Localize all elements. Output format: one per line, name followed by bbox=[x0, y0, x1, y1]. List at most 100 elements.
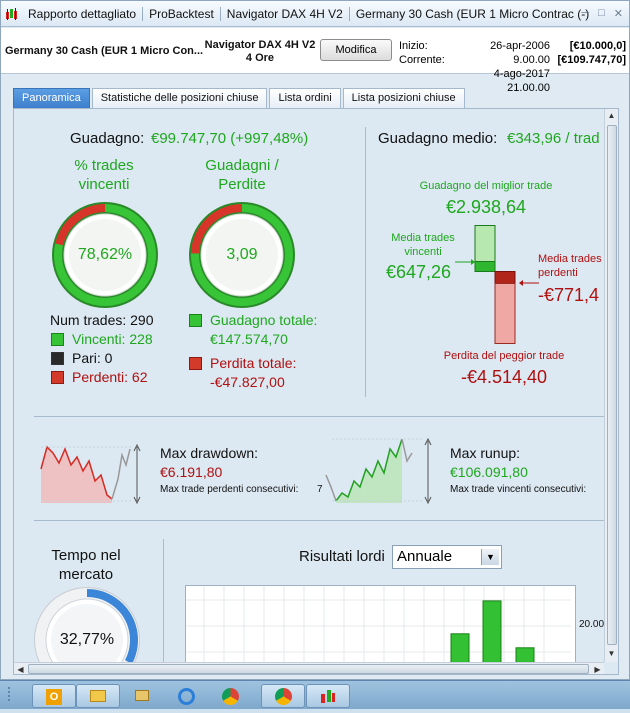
num-trades: Num trades: 290 bbox=[50, 312, 154, 328]
outlook-icon[interactable]: O bbox=[32, 684, 76, 708]
market-time-title: Tempo nel mercato bbox=[38, 546, 134, 584]
chrome-icon[interactable] bbox=[208, 684, 252, 708]
title-instrument: Germany 30 Cash (EUR 1 Micro Contrac (-) bbox=[355, 6, 590, 21]
strategy-title: Navigator DAX 4H V2 bbox=[204, 39, 316, 51]
horizontal-scroll-thumb[interactable] bbox=[28, 664, 589, 674]
scroll-up-icon[interactable]: ▲ bbox=[605, 109, 618, 122]
results-bar-1 bbox=[450, 633, 470, 662]
report-header: Germany 30 Cash (EUR 1 Micro Con... Navi… bbox=[1, 28, 629, 94]
avg-win-label-line1: Media trades bbox=[391, 232, 455, 244]
taskbar: O bbox=[0, 680, 630, 709]
losers-count: Perdenti: 62 bbox=[72, 369, 148, 385]
ie-icon[interactable] bbox=[164, 684, 208, 708]
maximize-icon[interactable]: □ bbox=[598, 7, 605, 20]
results-bar-2 bbox=[482, 600, 502, 662]
tab-statistiche[interactable]: Statistiche delle posizioni chiuse bbox=[91, 88, 268, 108]
instrument-name: Germany 30 Cash (EUR 1 Micro Con... bbox=[5, 45, 204, 57]
capital-values: [€10.000,0] [€109.747,70] bbox=[554, 39, 627, 67]
horizontal-scrollbar[interactable]: ◀ ▶ bbox=[14, 662, 604, 674]
runup-value: €106.091,80 bbox=[450, 464, 528, 480]
overview-content: Guadagno: €99.747,70 (+997,48%) % trades… bbox=[14, 109, 604, 662]
minimize-icon[interactable]: ─ bbox=[581, 7, 589, 20]
avg-win-label-line2: vincenti bbox=[404, 246, 442, 258]
losers-swatch bbox=[51, 371, 64, 384]
date-labels: Inizio: Corrente: bbox=[399, 39, 445, 67]
runup-consec-label: Max trade vincenti consecutivi: bbox=[450, 484, 587, 495]
tab-bar: Panoramica Statistiche delle posizioni c… bbox=[13, 88, 467, 108]
folder-icon[interactable] bbox=[76, 684, 120, 708]
win-pct-title-line1: % trades bbox=[74, 157, 134, 174]
ratio-title: Guadagni / Perdite bbox=[192, 156, 292, 194]
results-label: Risultati lordi bbox=[299, 548, 385, 565]
best-trade-label: Guadagno del miglior trade bbox=[419, 180, 553, 192]
market-time-title-line2: mercato bbox=[58, 566, 114, 583]
total-gain-label: Guadagno totale: bbox=[210, 312, 318, 328]
total-loss-value: -€47.827,00 bbox=[210, 374, 285, 390]
strategy-timeframe: 4 Ore bbox=[245, 52, 275, 64]
close-icon[interactable]: ✕ bbox=[614, 7, 623, 20]
scroll-left-icon[interactable]: ◀ bbox=[14, 663, 27, 674]
title-bar: Rapporto dettagliato ProBacktest Navigat… bbox=[1, 1, 629, 27]
avg-loss-value: -€771,4 bbox=[538, 285, 600, 305]
prorealtime-icon[interactable] bbox=[306, 684, 350, 708]
gain-value: €99.747,70 (+997,48%) bbox=[151, 130, 309, 147]
winners-swatch bbox=[51, 333, 64, 346]
drawdown-sparkline bbox=[40, 443, 141, 505]
period-select[interactable]: Annuale ▼ bbox=[392, 545, 502, 569]
ratio-value: 3,09 bbox=[226, 246, 258, 263]
avg-loss-arrow-icon bbox=[519, 280, 539, 286]
gain-label: Guadagno: bbox=[70, 130, 145, 147]
total-loss-label: Perdita totale: bbox=[210, 355, 297, 371]
avg-win-label: Media trades vincenti bbox=[388, 231, 458, 259]
avg-loss-label-line2: perdenti bbox=[538, 267, 578, 279]
avg-win-arrow-icon bbox=[455, 259, 475, 265]
best-trade-value: €2.938,64 bbox=[445, 197, 527, 217]
edit-button[interactable]: Modifica bbox=[320, 39, 392, 61]
win-pct-title-line2: vincenti bbox=[78, 176, 130, 193]
strategy-name: Navigator DAX 4H V2 4 Ore bbox=[201, 39, 319, 65]
worst-trade-label: Perdita del peggior trade bbox=[443, 350, 565, 362]
market-time-donut bbox=[34, 587, 140, 662]
results-chart: 20.00 bbox=[185, 585, 604, 662]
scroll-down-icon[interactable]: ▼ bbox=[605, 647, 618, 660]
network-icon[interactable] bbox=[120, 684, 164, 708]
ratio-title-line2: Perdite bbox=[218, 176, 266, 193]
report-window: Rapporto dettagliato ProBacktest Navigat… bbox=[0, 0, 630, 680]
chrome-icon[interactable] bbox=[261, 684, 305, 708]
avg-win-value: €647,26 bbox=[386, 262, 452, 282]
tab-lista-ordini[interactable]: Lista ordini bbox=[269, 88, 341, 108]
win-pct-title: % trades vincenti bbox=[54, 156, 154, 194]
results-chart-svg bbox=[186, 586, 571, 662]
date-values: 26-apr-2006 9.00.00 4-ago-2017 21.00.00 bbox=[453, 39, 550, 95]
market-time-title-line1: Tempo nel bbox=[51, 547, 121, 564]
title-probacktest: ProBacktest bbox=[143, 6, 221, 21]
section-divider-1 bbox=[34, 416, 604, 417]
current-label: Corrente: bbox=[399, 54, 445, 66]
runup-label: Max runup: bbox=[450, 445, 521, 461]
period-select-value: Annuale bbox=[397, 548, 453, 565]
section-divider-vertical bbox=[365, 127, 366, 397]
results-ytick: 20.00 bbox=[579, 619, 604, 630]
ratio-title-line1: Guadagni / bbox=[205, 157, 279, 174]
scroll-right-icon[interactable]: ▶ bbox=[591, 663, 604, 674]
even-swatch bbox=[51, 352, 64, 365]
drawdown-consec-label: Max trade perdenti consecutivi: bbox=[160, 484, 299, 495]
overview-panel: Guadagno: €99.747,70 (+997,48%) % trades… bbox=[13, 108, 619, 675]
start-date: 26-apr-2006 9.00.00 bbox=[490, 40, 550, 66]
start-label: Inizio: bbox=[399, 40, 428, 52]
avg-gain-label: Guadagno medio: bbox=[378, 130, 498, 147]
tab-panoramica[interactable]: Panoramica bbox=[13, 88, 90, 108]
avg-loss-label: Media trades perdenti bbox=[538, 252, 602, 280]
results-bar-3 bbox=[515, 647, 535, 662]
current-date: 4-ago-2017 21.00.00 bbox=[493, 68, 550, 94]
chevron-down-icon[interactable]: ▼ bbox=[481, 549, 499, 565]
win-pct-value: 78,62% bbox=[77, 246, 133, 263]
winners-count: Vincenti: 228 bbox=[72, 331, 153, 347]
vertical-scrollbar[interactable]: ▲ ▼ bbox=[604, 109, 618, 662]
vertical-scroll-thumb[interactable] bbox=[607, 125, 617, 645]
tab-lista-posizioni[interactable]: Lista posizioni chiuse bbox=[342, 88, 465, 108]
even-count: Pari: 0 bbox=[72, 350, 113, 366]
avg-gain-value: €343,96 / trad bbox=[507, 130, 600, 147]
avg-loss-label-line1: Media trades bbox=[538, 253, 602, 265]
drawdown-value: €6.191,80 bbox=[160, 464, 223, 480]
